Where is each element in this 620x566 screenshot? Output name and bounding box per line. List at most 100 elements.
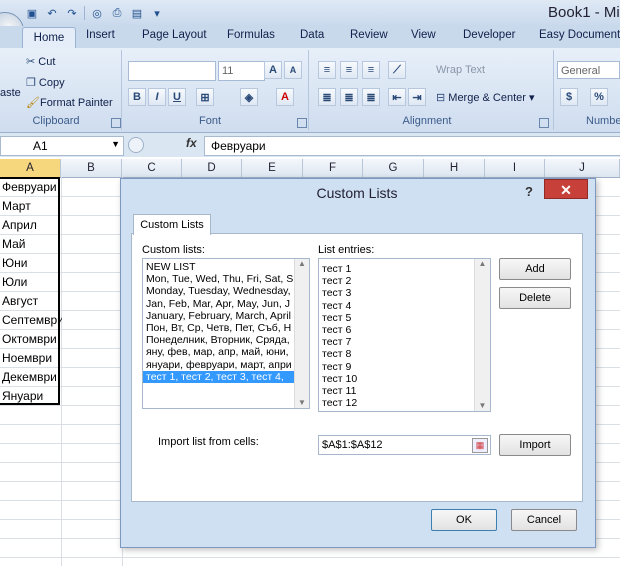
- cut-button[interactable]: ✂ Cut: [26, 55, 55, 68]
- list-item[interactable]: Jan, Feb, Mar, Apr, May, Jun, J: [143, 298, 295, 310]
- list-item[interactable]: NEW LIST: [143, 261, 295, 273]
- entry-item: тест 1: [322, 263, 352, 275]
- column-header-g[interactable]: G: [363, 159, 424, 177]
- import-button[interactable]: Import: [499, 434, 571, 456]
- entry-item: тест 11: [322, 384, 357, 397]
- name-box[interactable]: A1 ▼: [0, 136, 124, 156]
- form-icon[interactable]: ▤: [129, 5, 145, 21]
- list-item[interactable]: януари, февруари, март, апри: [143, 359, 295, 371]
- import-label: Import list from cells:: [158, 436, 259, 448]
- formula-input[interactable]: Февруари: [204, 136, 620, 156]
- align-middle-icon[interactable]: ≡: [340, 61, 358, 79]
- import-range-input[interactable]: $A$1:$A$12 ▦: [318, 435, 491, 455]
- redo-icon[interactable]: ↷: [64, 5, 80, 21]
- decrease-indent-icon[interactable]: ⇤: [388, 88, 406, 106]
- quick-print-icon[interactable]: ⎙: [109, 5, 125, 21]
- expand-icon[interactable]: [128, 137, 144, 153]
- undo-icon[interactable]: ↶: [44, 5, 60, 21]
- tab-easy-document[interactable]: Easy Document C: [539, 29, 620, 48]
- print-preview-icon[interactable]: ◎: [89, 5, 105, 21]
- column-header-b[interactable]: B: [61, 159, 122, 177]
- align-center-icon[interactable]: ≣: [340, 88, 358, 106]
- insert-function-button[interactable]: fx: [186, 136, 197, 150]
- list-item-selected[interactable]: тест 1, тест 2, тест 3, тест 4,: [143, 370, 295, 383]
- range-picker-icon[interactable]: ▦: [472, 438, 488, 453]
- format-painter-button[interactable]: 🖌Format Painter: [26, 96, 113, 109]
- delete-button[interactable]: Delete: [499, 287, 571, 309]
- column-header-h[interactable]: H: [424, 159, 485, 177]
- cancel-button[interactable]: Cancel: [511, 509, 577, 531]
- tab-insert[interactable]: Insert: [86, 29, 115, 48]
- list-entries-scrollbar[interactable]: ▲ ▼: [474, 259, 490, 411]
- tab-home[interactable]: Home: [22, 27, 76, 49]
- borders-icon[interactable]: ⊞: [196, 88, 214, 106]
- tab-review[interactable]: Review: [350, 29, 388, 48]
- orientation-icon[interactable]: ⟋: [388, 61, 406, 79]
- tab-view[interactable]: View: [411, 29, 436, 48]
- underline-button[interactable]: U: [168, 88, 186, 106]
- list-item[interactable]: яну, фев, мар, апр, май, юни,: [143, 346, 295, 358]
- fill-color-icon[interactable]: ◈: [240, 88, 258, 106]
- shrink-font-button[interactable]: A: [284, 61, 302, 79]
- alignment-launcher-icon[interactable]: [539, 118, 549, 128]
- column-header-c[interactable]: C: [122, 159, 182, 177]
- list-item[interactable]: Понеделник, Вторник, Сряда,: [143, 334, 295, 346]
- font-size-box[interactable]: 11: [218, 61, 265, 81]
- clipboard-group-label: Clipboard: [32, 115, 80, 127]
- percent-button[interactable]: %: [590, 88, 608, 106]
- tab-data[interactable]: Data: [300, 29, 324, 48]
- scroll-up-icon[interactable]: ▲: [295, 259, 309, 268]
- close-button[interactable]: ✕: [544, 179, 588, 199]
- list-item[interactable]: Mon, Tue, Wed, Thu, Fri, Sat, S: [143, 273, 295, 285]
- align-left-icon[interactable]: ≣: [318, 88, 336, 106]
- tab-page-layout[interactable]: Page Layout: [142, 29, 207, 48]
- scroll-up-icon[interactable]: ▲: [475, 259, 490, 268]
- dialog-launcher-icon[interactable]: [111, 118, 121, 128]
- help-button[interactable]: ?: [525, 184, 533, 199]
- wrap-text-button[interactable]: Wrap Text: [436, 64, 485, 76]
- column-header-a[interactable]: A: [0, 159, 61, 177]
- column-header-j[interactable]: J: [545, 159, 620, 177]
- brush-icon: 🖌: [26, 97, 40, 109]
- font-launcher-icon[interactable]: [297, 118, 307, 128]
- tab-custom-lists[interactable]: Custom Lists: [133, 214, 211, 235]
- tab-formulas[interactable]: Formulas: [227, 29, 275, 48]
- custom-lists-scrollbar[interactable]: ▲ ▼: [294, 259, 309, 408]
- add-button[interactable]: Add: [499, 258, 571, 280]
- formula-value: Февруари: [211, 139, 266, 153]
- grow-font-button[interactable]: A: [264, 61, 282, 79]
- custom-lists-label: Custom lists:: [142, 244, 205, 256]
- entry-item: тест 7: [322, 336, 352, 349]
- align-right-icon[interactable]: ≣: [362, 88, 380, 106]
- increase-indent-icon[interactable]: ⇥: [408, 88, 426, 106]
- chevron-down-icon[interactable]: ▼: [111, 139, 120, 149]
- ok-button[interactable]: OK: [431, 509, 497, 531]
- font-color-icon[interactable]: A: [276, 88, 294, 106]
- customize-qat-icon[interactable]: ▾: [149, 5, 165, 21]
- currency-icon[interactable]: $: [560, 88, 578, 106]
- list-item[interactable]: January, February, March, April: [143, 310, 295, 322]
- align-bottom-icon[interactable]: ≡: [362, 61, 380, 79]
- dialog-title: Custom Lists: [316, 185, 398, 201]
- list-item[interactable]: Пон, Вт, Ср, Четв, Пет, Съб, Н: [143, 322, 295, 334]
- font-name-box[interactable]: [128, 61, 216, 81]
- tab-developer[interactable]: Developer: [463, 29, 515, 48]
- column-header-d[interactable]: D: [182, 159, 242, 177]
- merge-center-button[interactable]: ⊟ Merge & Center ▾: [436, 91, 535, 104]
- scroll-down-icon[interactable]: ▼: [475, 401, 490, 410]
- column-header-f[interactable]: F: [303, 159, 363, 177]
- copy-button[interactable]: ❐ Copy: [26, 76, 65, 89]
- number-format-box[interactable]: General: [557, 61, 620, 79]
- column-header-i[interactable]: I: [485, 159, 545, 177]
- italic-button[interactable]: I: [148, 88, 166, 106]
- list-item[interactable]: Monday, Tuesday, Wednesday,: [143, 285, 295, 297]
- scroll-down-icon[interactable]: ▼: [295, 398, 309, 407]
- custom-lists-items: NEW LIST Mon, Tue, Wed, Thu, Fri, Sat, S…: [143, 261, 295, 383]
- paste-button[interactable]: aste: [0, 87, 21, 99]
- column-header-e[interactable]: E: [242, 159, 303, 177]
- bold-button[interactable]: B: [128, 88, 146, 106]
- align-top-icon[interactable]: ≡: [318, 61, 336, 79]
- custom-lists-listbox[interactable]: NEW LIST Mon, Tue, Wed, Thu, Fri, Sat, S…: [142, 258, 310, 409]
- list-entries-textbox[interactable]: тест 1 тест 2 тест 3 тест 4 тест 5 тест …: [318, 258, 491, 412]
- save-icon[interactable]: ▣: [24, 5, 40, 21]
